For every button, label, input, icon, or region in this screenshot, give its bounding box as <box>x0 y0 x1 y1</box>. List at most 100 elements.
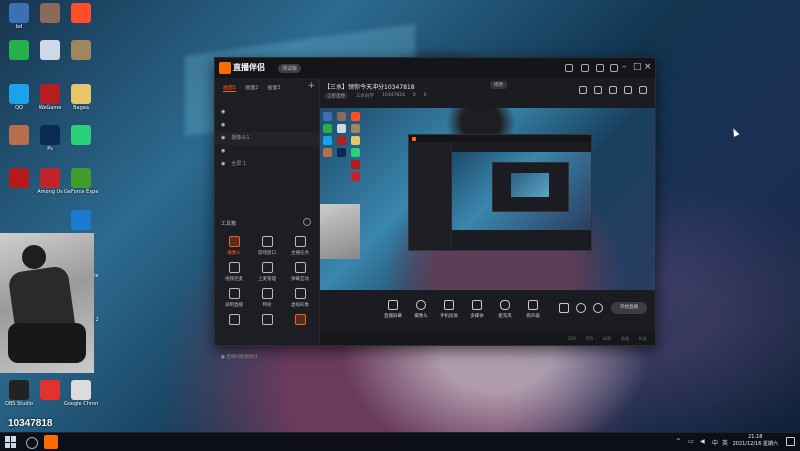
desktop-icon[interactable]: Bagea <box>64 84 98 111</box>
minimize-button[interactable]: – <box>622 62 627 72</box>
tool-icon <box>261 236 273 247</box>
input-ime[interactable]: 英 <box>722 438 728 447</box>
clock-time: 21:18 <box>748 434 763 440</box>
desktop-icon[interactable] <box>2 125 36 146</box>
go-live-button[interactable]: 开始直播 <box>611 302 647 314</box>
add-scene-button[interactable]: + <box>307 81 315 91</box>
info-button[interactable] <box>575 303 587 313</box>
taskbar-live-companion-icon[interactable] <box>44 435 58 449</box>
app-icon <box>40 125 60 145</box>
tool-button[interactable] <box>283 314 317 328</box>
scene-tabs: 画面1 画面2 画面3 <box>223 84 281 92</box>
room-title[interactable]: 【三水】领你今天冲分10347818 <box>324 82 415 91</box>
message-icon[interactable] <box>581 64 589 72</box>
tool-button[interactable]: 录制直播 <box>217 288 251 308</box>
live-companion-window[interactable]: 直播伴侣 测试版 – □ × 画面1 画面2 画面3 + ◉ ◉ ◉ 摄像头1 ◉… <box>214 57 656 360</box>
sidebar-footer[interactable]: ● 直播间数据统计 <box>221 354 258 360</box>
desktop-icon[interactable] <box>64 125 98 146</box>
volume-icon[interactable]: ◀ <box>700 438 705 445</box>
notification-center-icon[interactable] <box>786 437 795 446</box>
speaker-button[interactable]: 扬声器 <box>518 300 548 319</box>
desktop-icon[interactable]: bd <box>2 3 36 30</box>
taskbar: ^ ▭ ◀ 中 英 21:18 2021/12/16 星期六 <box>0 432 800 451</box>
gift-icon[interactable] <box>596 64 604 72</box>
desktop-icon[interactable] <box>2 168 36 189</box>
nested-preview <box>452 152 591 230</box>
app-icon <box>9 40 29 60</box>
close-button[interactable]: × <box>644 62 652 72</box>
tray-chevron-icon[interactable]: ^ <box>676 438 681 445</box>
eye-icon[interactable]: ◉ <box>221 122 225 128</box>
settings-button[interactable] <box>592 303 604 313</box>
app-icon <box>40 380 60 400</box>
desktop-icon-label: Google Chrome <box>64 401 98 407</box>
eye-icon[interactable]: ◉ <box>221 161 225 167</box>
toolbox-settings-icon[interactable] <box>303 218 311 226</box>
gift-icon[interactable] <box>594 86 602 94</box>
media-button[interactable]: 多媒体 <box>462 300 492 319</box>
link-icon[interactable] <box>639 86 647 94</box>
desktop-icon[interactable] <box>2 40 36 61</box>
tool-button[interactable] <box>250 314 284 328</box>
eye-icon[interactable]: ◉ <box>221 109 225 115</box>
tool-button[interactable]: 摄像头 <box>217 236 251 256</box>
desktop-icon[interactable] <box>33 3 67 24</box>
tab-scene-3[interactable]: 画面3 <box>267 84 280 92</box>
record-video-button[interactable] <box>558 303 570 313</box>
preview-icon <box>323 136 332 145</box>
camera-button[interactable]: 摄像头 <box>406 300 436 319</box>
menu-icon[interactable] <box>610 64 618 72</box>
tool-button[interactable]: 弹幕互动 <box>283 262 317 282</box>
tool-button[interactable] <box>217 314 251 328</box>
toolbox-title: 工具箱 <box>221 221 237 227</box>
tool-button[interactable]: 特效 <box>250 288 284 308</box>
tab-scene-2[interactable]: 画面2 <box>245 84 258 92</box>
stream-preview[interactable] <box>320 108 655 290</box>
desktop-icon[interactable]: WeGame <box>33 84 67 111</box>
layer-item[interactable]: ◉ <box>215 119 319 132</box>
title-bar[interactable]: 直播伴侣 测试版 – □ × <box>215 58 655 78</box>
desktop-icon-label: OBS Studio <box>5 401 33 407</box>
layer-item[interactable]: ◉ 全屏 1 <box>215 158 319 171</box>
layer-item[interactable]: ◉ <box>215 145 319 158</box>
input-lang[interactable]: 中 <box>712 438 718 447</box>
desktop-icon[interactable] <box>33 380 67 401</box>
desktop-icon[interactable] <box>64 40 98 61</box>
phone-cast-button[interactable]: 手机投屏 <box>434 300 464 319</box>
notification-icon[interactable] <box>624 86 632 94</box>
desktop-icon[interactable]: Google Chrome <box>64 380 98 407</box>
skin-icon[interactable] <box>565 64 573 72</box>
clock[interactable]: 21:18 2021/12/16 星期六 <box>733 434 778 448</box>
tool-button[interactable]: 虚拟形象 <box>283 288 317 308</box>
layer-item[interactable]: ◉ <box>215 106 319 119</box>
record-icon[interactable] <box>609 86 617 94</box>
desktop-icon[interactable]: QQ <box>2 84 36 111</box>
desktop-icon[interactable]: Ps <box>33 125 67 152</box>
desktop-icon[interactable] <box>33 40 67 61</box>
tool-button[interactable]: 主播任务 <box>283 236 317 256</box>
tool-button[interactable]: 上麦管理 <box>250 262 284 282</box>
tool-button[interactable]: 游戏窗口 <box>250 236 284 256</box>
microphone-button[interactable]: 麦克风 <box>490 300 520 319</box>
room-category[interactable]: 全部直播 <box>324 93 348 99</box>
eye-icon[interactable]: ◉ <box>221 148 225 154</box>
network-icon[interactable]: ▭ <box>688 438 694 445</box>
desktop-icon[interactable] <box>64 3 98 24</box>
start-button[interactable] <box>5 436 17 448</box>
maximize-button[interactable]: □ <box>633 62 642 72</box>
tool-label: 主播任务 <box>291 251 309 256</box>
edit-room-button[interactable]: 修改 <box>490 81 507 89</box>
desktop-icon[interactable] <box>64 210 98 231</box>
tool-button[interactable]: 视频连麦 <box>217 262 251 282</box>
desktop-icon[interactable]: GeForce Experience <box>64 168 98 195</box>
desktop-icon[interactable]: Among Us <box>33 168 67 195</box>
search-icon[interactable] <box>26 437 38 449</box>
nested-title-bar <box>409 135 591 142</box>
desktop-icon[interactable]: OBS Studio <box>2 380 36 407</box>
eye-icon[interactable]: ◉ <box>221 135 225 141</box>
tab-scene-1[interactable]: 画面1 <box>223 84 237 92</box>
app-icon <box>71 125 91 145</box>
layer-item[interactable]: ◉ 摄像头1 <box>215 132 319 145</box>
screen-capture-button[interactable]: 直播屏幕 <box>378 300 408 319</box>
share-icon[interactable] <box>579 86 587 94</box>
